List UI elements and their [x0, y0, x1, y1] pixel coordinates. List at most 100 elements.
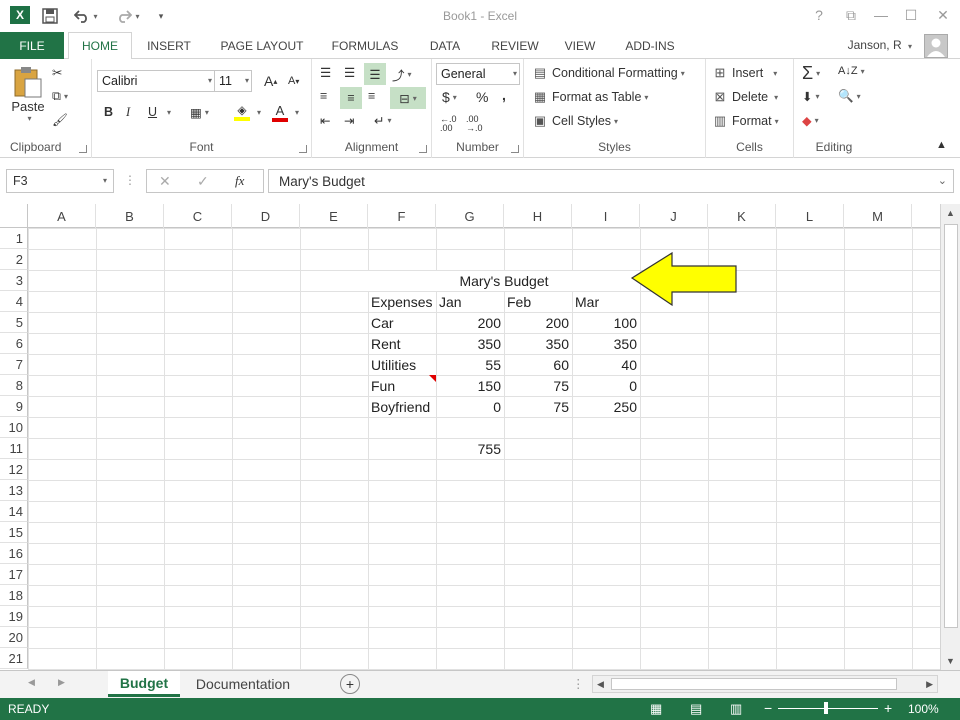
- zoom-level[interactable]: 100%: [908, 702, 939, 716]
- cut-icon[interactable]: ✂: [52, 65, 62, 80]
- delete-button[interactable]: ⊠ Delete ▾: [712, 89, 779, 105]
- cell-f7[interactable]: Utilities: [368, 354, 436, 375]
- cell-g3-title[interactable]: Mary's Budget: [436, 270, 572, 291]
- borders-icon[interactable]: ▦ ▾: [190, 105, 209, 120]
- wrap-text-icon[interactable]: ↵ ▾: [374, 113, 392, 128]
- fill-color-dropdown-icon[interactable]: ▾: [254, 108, 261, 117]
- tab-data[interactable]: DATA: [420, 32, 470, 59]
- align-left-icon[interactable]: ≡: [320, 89, 327, 103]
- maximize-icon[interactable]: ☐: [900, 5, 922, 25]
- row-header-16[interactable]: 16: [0, 543, 28, 564]
- font-size-select[interactable]: 11 ▾: [214, 70, 252, 92]
- page-break-view-icon[interactable]: ▥: [730, 701, 742, 717]
- find-select-icon[interactable]: 🔍 ▾: [838, 89, 861, 104]
- format-button[interactable]: ▥ Format ▾: [712, 113, 779, 129]
- cell-f9[interactable]: Boyfriend: [368, 396, 436, 417]
- formula-input[interactable]: Mary's Budget ⌄: [268, 169, 954, 193]
- row-header-14[interactable]: 14: [0, 501, 28, 522]
- zoom-out-icon[interactable]: −: [764, 700, 772, 716]
- sort-filter-icon[interactable]: A↓Z ▾: [838, 65, 865, 77]
- number-format-select[interactable]: General ▾: [436, 63, 520, 85]
- row-header-13[interactable]: 13: [0, 480, 28, 501]
- zoom-slider-thumb[interactable]: [824, 702, 828, 714]
- row-header-11[interactable]: 11: [0, 438, 28, 459]
- row-header-12[interactable]: 12: [0, 459, 28, 480]
- zoom-in-icon[interactable]: +: [884, 700, 892, 716]
- cell-g6[interactable]: 350: [436, 333, 504, 354]
- increase-indent-icon[interactable]: ⇥: [344, 113, 354, 128]
- column-header-d[interactable]: D: [232, 204, 300, 228]
- close-icon[interactable]: ✕: [932, 5, 954, 25]
- page-layout-view-icon[interactable]: ▤: [690, 701, 702, 717]
- orientation-icon[interactable]: ⤴ ▾: [392, 65, 412, 84]
- row-header-3[interactable]: 3: [0, 270, 28, 291]
- column-header-e[interactable]: E: [300, 204, 368, 228]
- bottom-align-icon[interactable]: ☰: [364, 63, 386, 85]
- horizontal-scrollbar[interactable]: ◀ ▶: [592, 675, 938, 693]
- prev-sheet-icon[interactable]: ◀: [28, 677, 35, 688]
- cancel-icon[interactable]: ✕: [159, 173, 171, 190]
- scroll-up-icon[interactable]: ▲: [946, 208, 955, 218]
- row-header-19[interactable]: 19: [0, 606, 28, 627]
- row-header-6[interactable]: 6: [0, 333, 28, 354]
- help-icon[interactable]: ?: [808, 5, 830, 25]
- tab-file[interactable]: FILE: [0, 32, 64, 59]
- row-header-1[interactable]: 1: [0, 228, 28, 249]
- conditional-formatting-button[interactable]: ▤ Conditional Formatting ▾: [532, 65, 685, 81]
- comma-button[interactable]: ,: [502, 87, 506, 103]
- new-sheet-button[interactable]: +: [340, 674, 360, 694]
- underline-dropdown-icon[interactable]: ▾: [164, 108, 171, 117]
- scroll-left-icon[interactable]: ◀: [597, 679, 604, 690]
- font-family-select[interactable]: Calibri ▾: [97, 70, 215, 92]
- copy-icon[interactable]: ⧉ ▾: [52, 89, 68, 104]
- sheet-tab-budget[interactable]: Budget: [108, 671, 180, 697]
- avatar[interactable]: [924, 34, 948, 58]
- row-header-20[interactable]: 20: [0, 627, 28, 648]
- tab-insert[interactable]: INSERT: [138, 32, 200, 59]
- insert-button[interactable]: ⊞ Insert ▾: [712, 65, 778, 81]
- normal-view-icon[interactable]: ▦: [650, 701, 662, 717]
- cell-g5[interactable]: 200: [436, 312, 504, 333]
- row-header-17[interactable]: 17: [0, 564, 28, 585]
- decrease-indent-icon[interactable]: ⇤: [320, 113, 330, 128]
- top-align-icon[interactable]: ☰: [320, 65, 331, 80]
- cell-g7[interactable]: 55: [436, 354, 504, 375]
- format-painter-icon[interactable]: 🖌: [52, 113, 68, 128]
- italic-button[interactable]: I: [126, 105, 130, 120]
- user-name[interactable]: Janson, R ▾: [848, 38, 912, 52]
- underline-button[interactable]: U: [148, 105, 157, 119]
- cell-h9[interactable]: 75: [504, 396, 572, 417]
- vertical-scrollbar[interactable]: ▲ ▼: [940, 204, 960, 670]
- cell-i9[interactable]: 250: [572, 396, 640, 417]
- column-header-a[interactable]: A: [28, 204, 96, 228]
- cell-styles-button[interactable]: ▣ Cell Styles ▾: [532, 113, 618, 129]
- tab-add-ins[interactable]: ADD-INS: [614, 32, 686, 59]
- cell-h8[interactable]: 75: [504, 375, 572, 396]
- row-header-9[interactable]: 9: [0, 396, 28, 417]
- tab-formulas[interactable]: FORMULAS: [322, 32, 408, 59]
- font-color-dropdown-icon[interactable]: ▾: [292, 108, 299, 117]
- font-launcher-icon[interactable]: [299, 145, 307, 153]
- merge-center-icon[interactable]: ⊟ ▾: [390, 87, 426, 109]
- percent-button[interactable]: %: [476, 89, 488, 105]
- align-right-icon[interactable]: ≡: [368, 89, 375, 103]
- row-header-21[interactable]: 21: [0, 648, 28, 669]
- row-header-7[interactable]: 7: [0, 354, 28, 375]
- paste-button[interactable]: Paste ▾: [8, 65, 48, 135]
- scroll-right-icon[interactable]: ▶: [926, 679, 933, 690]
- column-header-h[interactable]: H: [504, 204, 572, 228]
- cell-i5[interactable]: 100: [572, 312, 640, 333]
- column-header-k[interactable]: K: [708, 204, 776, 228]
- cell-g4[interactable]: Jan: [436, 291, 504, 312]
- cell-h6[interactable]: 350: [504, 333, 572, 354]
- cell-g9[interactable]: 0: [436, 396, 504, 417]
- column-header-c[interactable]: C: [164, 204, 232, 228]
- column-header-m[interactable]: M: [844, 204, 912, 228]
- column-header-i[interactable]: I: [572, 204, 640, 228]
- currency-button[interactable]: $ ▾: [442, 89, 457, 105]
- column-header-f[interactable]: F: [368, 204, 436, 228]
- row-header-18[interactable]: 18: [0, 585, 28, 606]
- bold-button[interactable]: B: [104, 105, 113, 119]
- next-sheet-icon[interactable]: ▶: [58, 677, 65, 688]
- row-header-15[interactable]: 15: [0, 522, 28, 543]
